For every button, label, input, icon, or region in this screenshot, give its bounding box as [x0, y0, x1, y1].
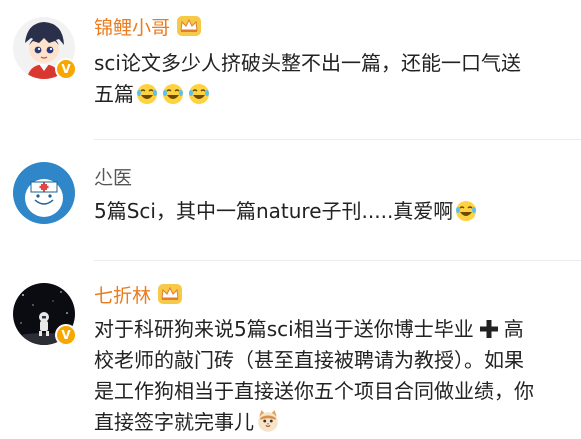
username-text[interactable]: 锦鲤小哥 — [94, 17, 170, 39]
username[interactable]: 七折林 — [94, 283, 183, 308]
comment-text: 对于科研狗来说5篇sci相当于送你博士毕业 高 校老师的敲门砖（甚至直接被聘请为教… — [94, 314, 568, 438]
comment-line-text: 对于科研狗来说5篇sci相当于送你博士毕业 — [94, 317, 474, 341]
crown-badge-icon — [158, 284, 183, 304]
doctor-avatar-icon — [13, 162, 75, 224]
comment-line: 对于科研狗来说5篇sci相当于送你博士毕业 高 — [94, 314, 568, 345]
cat-emoji-icon — [258, 410, 278, 432]
verified-badge-icon: V — [55, 58, 77, 80]
avatar[interactable]: V — [13, 283, 77, 346]
avatar[interactable]: V — [13, 17, 77, 80]
plus-icon — [479, 320, 498, 338]
comment-line: 是工作狗相当于直接送你五个项目合同做业绩，你 — [94, 379, 534, 403]
divider — [94, 260, 581, 261]
comment-line-text: 5篇Sci，其中一篇nature子刊.....真爱啊 — [94, 199, 454, 223]
laugh-cry-emoji-icon — [189, 84, 209, 104]
comment-line-text: 直接签字就完事儿 — [94, 410, 254, 434]
comment-text: 5篇Sci，其中一篇nature子刊.....真爱啊 — [94, 196, 568, 227]
verified-badge-icon: V — [55, 324, 77, 346]
avatar-image — [13, 162, 75, 224]
comment-line: 直接签字就完事儿 — [94, 407, 568, 438]
comment-line: sci论文多少人挤破头整不出一篇，还能一口气送 — [94, 51, 521, 75]
comment-line: 校老师的敲门砖（甚至直接被聘请为教授）。如果 — [94, 348, 524, 372]
username-text[interactable]: 七折林 — [94, 285, 151, 307]
laugh-cry-emoji-icon — [137, 84, 157, 104]
comment-text: sci论文多少人挤破头整不出一篇，还能一口气送 五篇 — [94, 48, 568, 110]
username[interactable]: 锦鲤小哥 — [94, 15, 202, 40]
comment-line: 五篇 — [94, 79, 568, 110]
username-text[interactable]: 尐医 — [94, 167, 132, 189]
laugh-cry-emoji-icon — [456, 201, 477, 221]
username[interactable]: 尐医 — [94, 166, 132, 190]
comment-line-text: 高 — [503, 317, 524, 341]
divider — [94, 139, 581, 140]
comment-line-text: 五篇 — [94, 82, 134, 106]
crown-badge-icon — [177, 16, 202, 36]
avatar[interactable] — [13, 162, 75, 224]
laugh-cry-emoji-icon — [163, 84, 183, 104]
comment-line: 5篇Sci，其中一篇nature子刊.....真爱啊 — [94, 196, 568, 227]
